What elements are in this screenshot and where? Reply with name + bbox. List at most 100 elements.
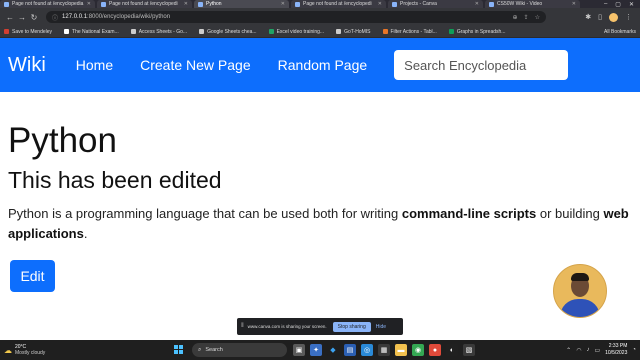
taskbar-search[interactable]: ⌕ Search [192, 343, 287, 357]
close-tab-icon[interactable]: ✕ [475, 1, 479, 7]
edit-button[interactable]: Edit [10, 260, 55, 292]
sidebar-icon[interactable]: ▯ [598, 13, 602, 22]
search-input[interactable] [394, 50, 569, 80]
tab-favicon-icon [101, 1, 106, 7]
share-icon[interactable]: ⇪ [524, 14, 529, 21]
share-message: www.canva.com is sharing your screen. [247, 324, 327, 329]
start-button[interactable] [174, 345, 184, 355]
extensions-area: ✱ ▯ ⋮ [585, 12, 636, 22]
tab-favicon-icon [198, 1, 203, 7]
bookmark-label: Google Sheets chea... [207, 28, 257, 35]
minimize-icon[interactable]: – [604, 1, 607, 8]
clock[interactable]: 2:33 PM 10/5/2023 [605, 343, 627, 357]
site-brand[interactable]: Wiki [8, 54, 46, 77]
windows-logo-icon [179, 350, 183, 354]
close-tab-icon[interactable]: ✕ [572, 1, 576, 7]
page-title: Python [8, 121, 117, 160]
bookmark-favicon-icon [64, 29, 70, 34]
bookmark-star-icon[interactable]: ☆ [535, 14, 540, 21]
webcam-bubble[interactable] [553, 264, 607, 318]
nav-random-page-link[interactable]: Random Page [278, 57, 368, 73]
tab-title: Projects - Canva [400, 1, 437, 7]
maximize-icon[interactable]: ▢ [615, 1, 621, 8]
extensions-icon[interactable]: ✱ [585, 13, 591, 22]
bookmark-item[interactable]: Excel video training... [268, 29, 324, 35]
system-tray: ⌃ ◠ ♪ ▭ 2:33 PM 10/5/2023 ◔ [566, 343, 636, 357]
bookmark-label: The National Exam... [72, 28, 119, 35]
close-tab-icon[interactable]: ✕ [184, 1, 188, 7]
menu-icon[interactable]: ⋮ [625, 13, 632, 22]
bookmark-item[interactable]: The National Exam... [64, 29, 119, 35]
clock-date: 10/5/2023 [605, 350, 628, 356]
browser-tab[interactable]: Page not found at /encyclopedi ✕ [291, 0, 386, 8]
bookmark-label: Graphs in Spreadsh... [456, 28, 506, 35]
bookmark-label: Save to Mendeley [12, 28, 53, 35]
address-bar[interactable]: ⓘ 127.0.0.1:8000/encyclopedia/wiki/pytho… [46, 11, 546, 23]
browser-tab[interactable]: Page not found at /encyclopedia ✕ [0, 0, 95, 8]
browser-tab[interactable]: Projects - Canva ✕ [388, 0, 483, 8]
weather-widget[interactable]: ☁ 20°C Mostly cloudy [4, 344, 45, 356]
profile-avatar[interactable] [609, 12, 618, 22]
nav-create-page-link[interactable]: Create New Page [140, 57, 251, 73]
bookmark-item[interactable]: GoT-HoMIS [336, 28, 371, 35]
reload-icon[interactable]: ↻ [28, 13, 40, 22]
site-navbar: Wiki Home Create New Page Random Page [0, 38, 640, 92]
tab-title: Page not found at /encyclopedi [109, 1, 178, 7]
windows-logo-icon [179, 345, 183, 349]
zoom-icon[interactable]: ⊕ [513, 14, 518, 21]
app-icon[interactable]: ● [429, 344, 441, 356]
tab-title: Python [206, 1, 222, 7]
app-icon[interactable]: ◐ [446, 344, 458, 356]
volume-icon[interactable]: ♪ [586, 347, 589, 353]
chrome-icon[interactable]: ◉ [412, 344, 424, 356]
windows-logo-icon [174, 345, 178, 349]
notifications-icon[interactable]: ◔ [632, 347, 636, 353]
stop-sharing-button[interactable]: Stop sharing [332, 321, 371, 332]
bookmark-item[interactable]: Access Sheets - Go... [130, 29, 187, 35]
url-host: 127.0.0.1 [62, 14, 88, 20]
browser-toolbar: ← → ↻ ⓘ 127.0.0.1:8000/encyclopedia/wiki… [0, 8, 640, 26]
nav-home-link[interactable]: Home [76, 57, 113, 73]
edge-icon[interactable]: ◎ [361, 344, 373, 356]
close-window-icon[interactable]: ✕ [629, 1, 634, 8]
close-tab-icon[interactable]: ✕ [87, 1, 91, 7]
app-icon[interactable]: ▦ [378, 344, 390, 356]
bookmark-label: GoT-HoMIS [344, 28, 371, 35]
all-bookmarks-button[interactable]: All Bookmarks [604, 29, 636, 35]
bookmark-item[interactable]: Google Sheets chea... [199, 28, 257, 35]
drag-handle-icon[interactable]: ⦀ [241, 323, 244, 330]
back-icon[interactable]: ← [4, 13, 16, 22]
hide-banner-link[interactable]: Hide [376, 324, 386, 330]
browser-tab-active[interactable]: Python ✕ [194, 0, 289, 8]
close-tab-icon[interactable]: ✕ [378, 1, 382, 7]
tab-title: CS50W Wiki - Video [497, 1, 543, 7]
app-icon[interactable]: ▧ [463, 344, 475, 356]
task-view-icon[interactable]: ▣ [293, 344, 305, 356]
body-text: . [83, 226, 88, 241]
weather-icon: ☁ [4, 345, 12, 355]
vscode-icon[interactable]: ◆ [327, 344, 339, 356]
taskbar-search-label: Search [205, 347, 223, 353]
forward-icon[interactable]: → [16, 13, 28, 22]
browser-tab[interactable]: Page not found at /encyclopedi ✕ [97, 0, 192, 8]
wifi-icon[interactable]: ◠ [576, 347, 581, 354]
tray-chevron-icon[interactable]: ⌃ [566, 347, 571, 354]
body-bold-text: command-line scripts [401, 206, 537, 221]
screen-share-banner: ⦀ www.canva.com is sharing your screen. … [237, 318, 403, 335]
close-tab-icon[interactable]: ✕ [281, 1, 285, 7]
bookmark-item[interactable]: Save to Mendeley [4, 29, 52, 35]
body-text: or building [536, 206, 604, 221]
clock-time: 2:33 PM [608, 343, 628, 349]
browser-tab[interactable]: CS50W Wiki - Video ✕ [485, 0, 580, 8]
bookmark-favicon-icon [199, 29, 205, 34]
app-icon[interactable]: ▤ [344, 344, 356, 356]
file-explorer-icon[interactable]: ▬ [395, 344, 407, 356]
taskbar-apps: ▣ ✦ ◆ ▤ ◎ ▦ ▬ ◉ ● ◐ ▧ [293, 344, 475, 356]
app-icon[interactable]: ✦ [310, 344, 322, 356]
bookmark-item[interactable]: Graphs in Spreadsh... [448, 28, 506, 35]
site-info-icon[interactable]: ⓘ [52, 13, 58, 22]
bookmarks-bar: Save to Mendeley The National Exam... Ac… [0, 26, 640, 38]
bookmark-item[interactable]: Filter Actions - Tabl... [382, 29, 437, 35]
battery-icon[interactable]: ▭ [594, 347, 600, 354]
article-body: Python is a programming language that ca… [8, 204, 636, 244]
